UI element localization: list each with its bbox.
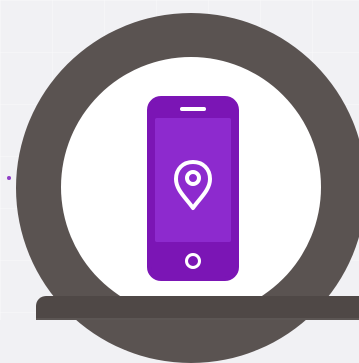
phone-location-pin-icon xyxy=(146,95,240,282)
phone-speaker xyxy=(180,107,206,111)
phone-screen xyxy=(155,118,231,242)
bottom-bar xyxy=(36,296,359,320)
accent-dot xyxy=(7,176,11,180)
